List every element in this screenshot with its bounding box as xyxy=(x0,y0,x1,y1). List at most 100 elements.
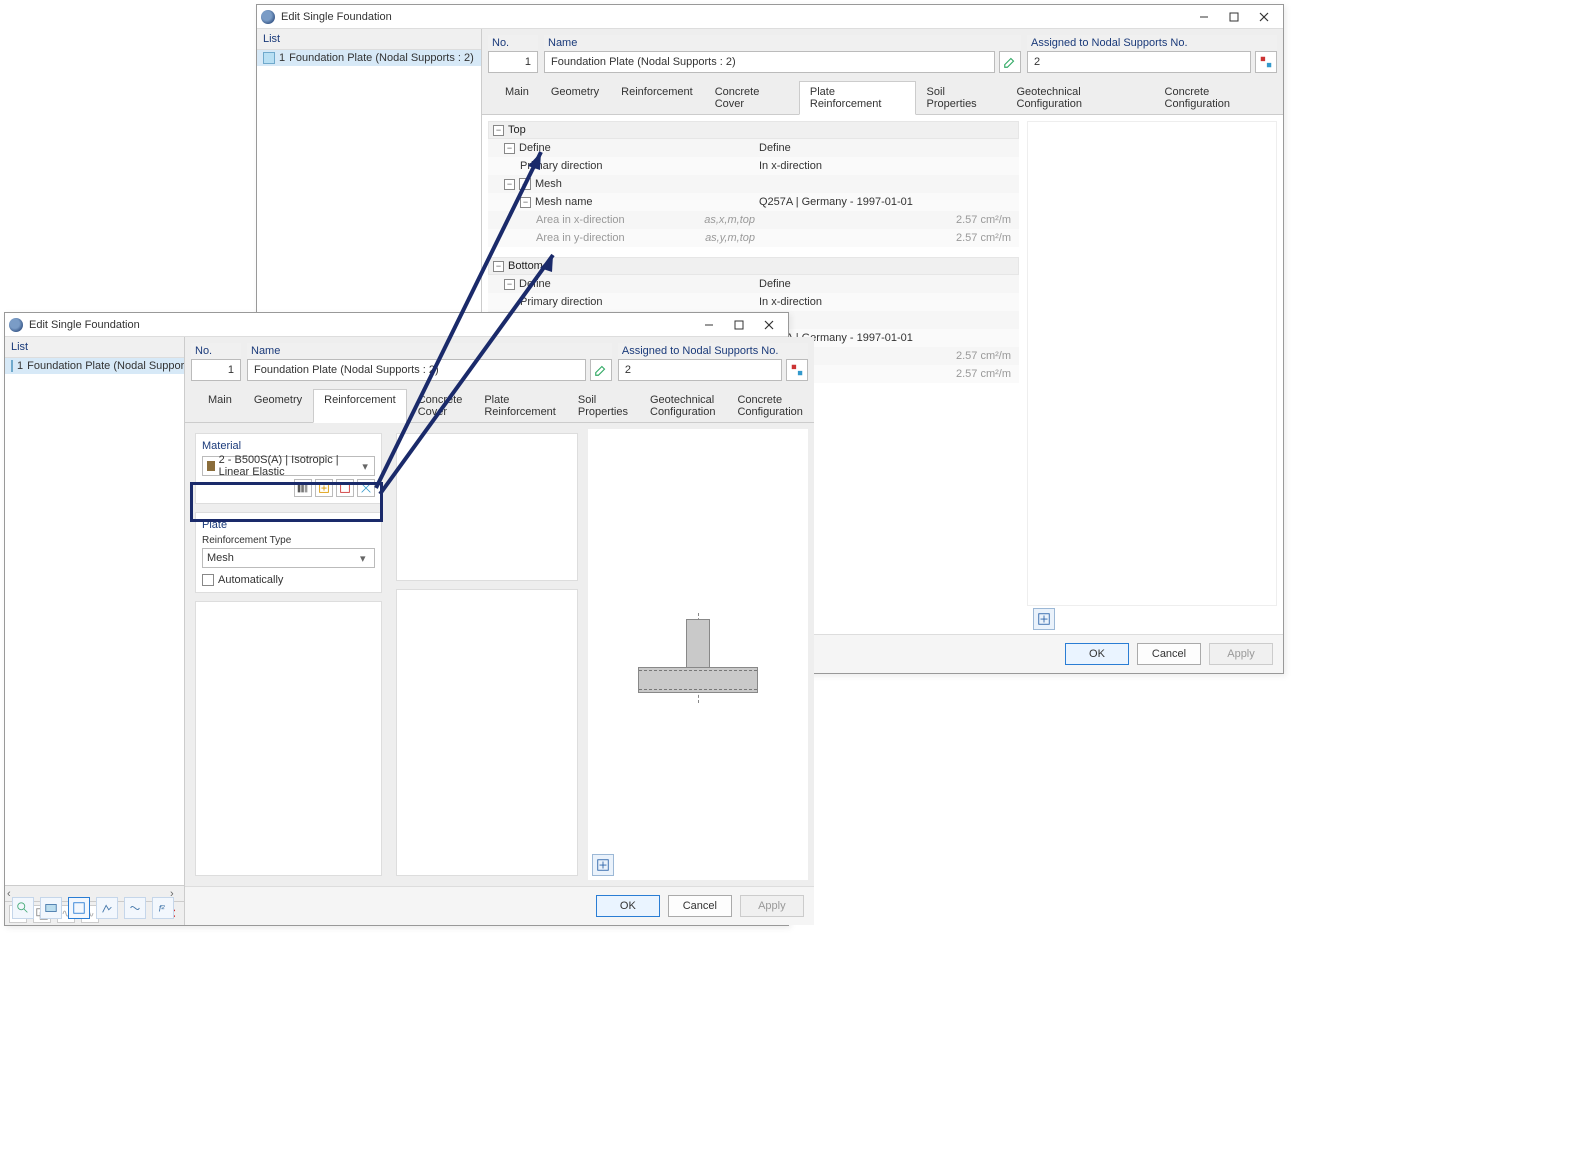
minimize-button[interactable] xyxy=(694,315,724,335)
tab-soil-properties[interactable]: Soil Properties xyxy=(567,389,639,422)
app-icon xyxy=(261,10,275,24)
titlebar: Edit Single Foundation xyxy=(5,313,788,337)
tab-geotechnical-config[interactable]: Geotechnical Configuration xyxy=(639,389,726,422)
automatically-label: Automatically xyxy=(218,574,283,586)
foundation-sketch xyxy=(633,619,763,709)
tab-geometry[interactable]: Geometry xyxy=(540,81,610,114)
tab-plate-reinforcement[interactable]: Plate Reinforcement xyxy=(799,81,916,115)
list-panel: List 1 Foundation Plate (Nodal Supports … xyxy=(5,337,185,925)
chevron-down-icon: ▾ xyxy=(360,552,370,565)
tool-button[interactable] xyxy=(12,897,34,919)
tab-reinforcement[interactable]: Reinforcement xyxy=(313,389,407,423)
reinforcement-type-select[interactable]: Mesh ▾ xyxy=(202,548,375,568)
define-right-header: Define xyxy=(759,278,1019,290)
maximize-button[interactable] xyxy=(724,315,754,335)
assigned-header: Assigned to Nodal Supports No. xyxy=(1027,35,1277,51)
define-right-header: Define xyxy=(759,142,1019,154)
primary-direction-value[interactable]: In x-direction xyxy=(759,296,1019,308)
cancel-button[interactable]: Cancel xyxy=(1137,643,1201,665)
edit-name-button[interactable] xyxy=(590,359,612,381)
tab-main[interactable]: Main xyxy=(197,389,243,422)
edit-single-foundation-dialog-front: Edit Single Foundation List 1 Foundation… xyxy=(4,312,789,926)
primary-direction-value[interactable]: In x-direction xyxy=(759,160,1019,172)
tool-button[interactable] xyxy=(68,897,90,919)
no-input[interactable]: 1 xyxy=(488,51,538,73)
assigned-picker-button[interactable] xyxy=(786,359,808,381)
name-header: Name xyxy=(247,343,612,359)
tab-reinforcement[interactable]: Reinforcement xyxy=(610,81,704,114)
collapse-icon[interactable]: − xyxy=(504,143,515,154)
primary-direction-row: Primary direction xyxy=(520,160,759,172)
area-y-value: 2.57 cm²/m xyxy=(759,232,1019,244)
ok-button[interactable]: OK xyxy=(596,895,660,917)
list-item[interactable]: 1 Foundation Plate (Nodal Supports : 2) xyxy=(5,358,184,374)
area-x-row: Area in x-direction xyxy=(536,214,699,226)
tab-soil-properties[interactable]: Soil Properties xyxy=(916,81,1006,114)
cancel-button[interactable]: Cancel xyxy=(668,895,732,917)
window-title: Edit Single Foundation xyxy=(281,11,1189,23)
preview-tool-button[interactable] xyxy=(592,854,614,876)
close-button[interactable] xyxy=(754,315,784,335)
collapse-icon[interactable]: − xyxy=(493,125,504,136)
tab-concrete-config[interactable]: Concrete Configuration xyxy=(726,389,813,422)
define-row: Define xyxy=(519,278,759,290)
tab-geotechnical-config[interactable]: Geotechnical Configuration xyxy=(1006,81,1154,114)
ok-button[interactable]: OK xyxy=(1065,643,1129,665)
reinforcement-type-label: Reinforcement Type xyxy=(202,535,375,546)
apply-button: Apply xyxy=(740,895,804,917)
edit-name-button[interactable] xyxy=(999,51,1021,73)
mesh-name-row: Mesh name xyxy=(535,196,759,208)
assigned-picker-button[interactable] xyxy=(1255,51,1277,73)
tab-main[interactable]: Main xyxy=(494,81,540,114)
maximize-button[interactable] xyxy=(1219,7,1249,27)
mesh-checkbox[interactable]: ✓ xyxy=(519,178,531,190)
tab-concrete-config[interactable]: Concrete Configuration xyxy=(1154,81,1283,114)
collapse-icon[interactable]: − xyxy=(504,179,515,190)
tab-geometry[interactable]: Geometry xyxy=(243,389,313,422)
material-new-button[interactable] xyxy=(315,479,333,497)
assigned-input[interactable]: 2 xyxy=(1027,51,1251,73)
right-panel: No. 1 Name Foundation Plate (Nodal Suppo… xyxy=(185,337,814,925)
list-header: List xyxy=(257,29,481,50)
material-library-button[interactable] xyxy=(294,479,312,497)
apply-button: Apply xyxy=(1209,643,1273,665)
list-body[interactable]: 1 Foundation Plate (Nodal Supports : 2) xyxy=(5,358,184,885)
collapse-icon[interactable]: − xyxy=(520,197,531,208)
tab-concrete-cover[interactable]: Concrete Cover xyxy=(704,81,799,114)
material-edit-button[interactable] xyxy=(336,479,354,497)
automatically-checkbox[interactable] xyxy=(202,574,214,586)
tab-strip: Main Geometry Reinforcement Concrete Cov… xyxy=(185,389,814,423)
material-delete-button[interactable] xyxy=(357,479,375,497)
collapse-icon[interactable]: − xyxy=(504,279,515,290)
no-header: No. xyxy=(488,35,538,51)
section-top: −Top xyxy=(488,121,1019,139)
mesh-name-value[interactable]: Q257A | Germany - 1997-01-01 xyxy=(759,196,1019,208)
tool-button[interactable] xyxy=(40,897,62,919)
assigned-header: Assigned to Nodal Supports No. xyxy=(618,343,808,359)
list-item-label: Foundation Plate (Nodal Supports : 2) xyxy=(289,52,474,64)
tool-button[interactable] xyxy=(96,897,118,919)
no-input[interactable]: 1 xyxy=(191,359,241,381)
name-input[interactable]: Foundation Plate (Nodal Supports : 2) xyxy=(544,51,995,73)
list-item[interactable]: 1 Foundation Plate (Nodal Supports : 2) xyxy=(257,50,481,66)
tool-button[interactable]: f² xyxy=(152,897,174,919)
app-bottom-toolbar: f² xyxy=(12,897,174,919)
minimize-button[interactable] xyxy=(1189,7,1219,27)
tab-concrete-cover[interactable]: Concrete Cover xyxy=(407,389,474,422)
close-button[interactable] xyxy=(1249,7,1279,27)
tab-plate-reinforcement[interactable]: Plate Reinforcement xyxy=(473,389,567,422)
material-panel: Material 2 - B500S(A) | Isotropic | Line… xyxy=(195,433,382,504)
automatically-checkbox-row[interactable]: Automatically xyxy=(202,574,375,586)
area-x-value: 2.57 cm²/m xyxy=(759,214,1019,226)
titlebar: Edit Single Foundation xyxy=(257,5,1283,29)
primary-direction-row: Primary direction xyxy=(520,296,759,308)
tool-button[interactable] xyxy=(124,897,146,919)
material-title: Material xyxy=(202,440,375,452)
list-item-number: 1 xyxy=(279,52,285,64)
assigned-input[interactable]: 2 xyxy=(618,359,782,381)
name-input[interactable]: Foundation Plate (Nodal Supports : 2) xyxy=(247,359,586,381)
material-select[interactable]: 2 - B500S(A) | Isotropic | Linear Elasti… xyxy=(202,456,375,476)
app-icon xyxy=(9,318,23,332)
collapse-icon[interactable]: − xyxy=(493,261,504,272)
preview-tool-button[interactable] xyxy=(1033,608,1055,630)
